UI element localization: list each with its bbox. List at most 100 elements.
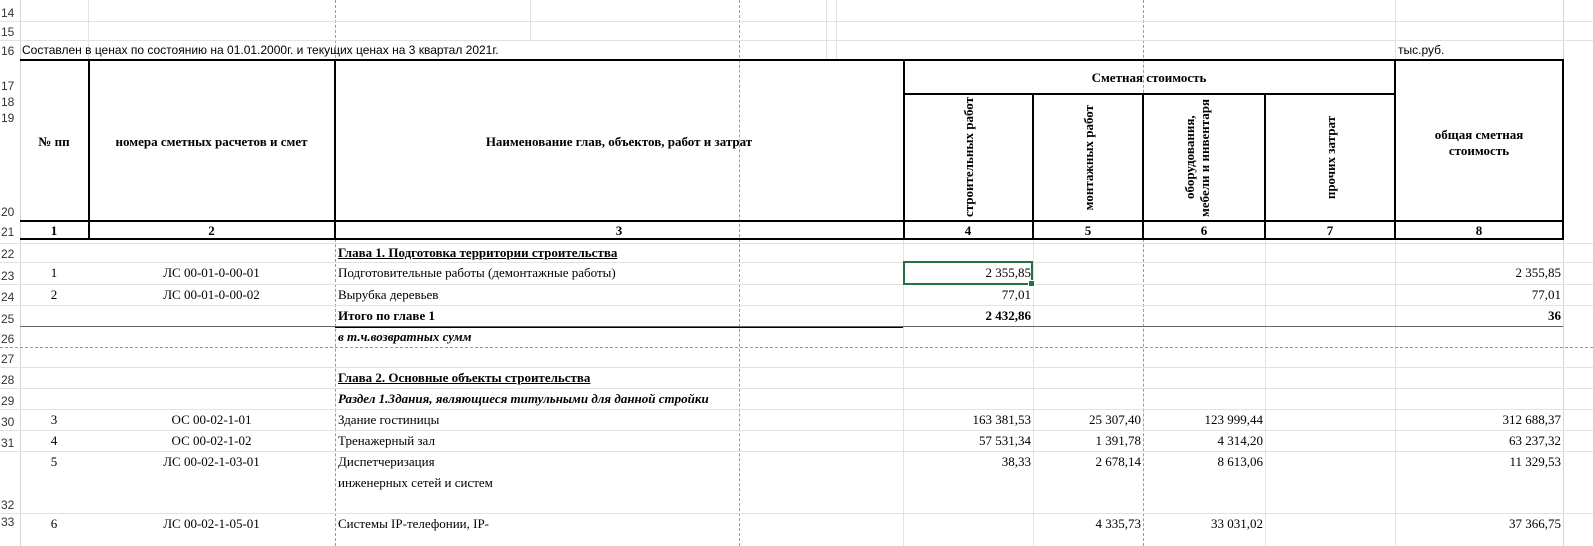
units-label: тыс.руб. xyxy=(1398,43,1445,57)
chapter-total-label: Итого по главе 1 xyxy=(338,308,435,323)
row-header[interactable]: 14 xyxy=(0,0,20,21)
table-cell-equipment[interactable]: 33 031,02 xyxy=(1143,516,1263,532)
table-row-code: ЛС 00-01-0-00-01 xyxy=(163,265,260,280)
col-header-group: Сметная стоимость xyxy=(1091,70,1207,85)
table-cell-total[interactable]: 77,01 xyxy=(1395,287,1561,303)
table-border xyxy=(20,326,1563,327)
table-row-code: ОС 00-02-1-02 xyxy=(171,433,252,448)
grid-line xyxy=(0,347,1593,348)
grid-line xyxy=(739,0,740,546)
grid-line xyxy=(0,367,1593,368)
col-number: 4 xyxy=(964,223,972,238)
row-header[interactable]: 23 xyxy=(0,262,20,284)
col-number: 5 xyxy=(1084,223,1092,238)
table-cell-construction[interactable]: 77,01 xyxy=(903,287,1031,303)
section-title: Раздел 1.Здания, являющиеся титульными д… xyxy=(338,391,709,406)
grid-line xyxy=(0,243,1593,244)
table-cell-construction[interactable]: 38,33 xyxy=(903,454,1031,470)
grid-line xyxy=(0,513,1593,514)
table-cell-equipment[interactable]: 8 613,06 xyxy=(1143,454,1264,470)
row-header[interactable]: 28 xyxy=(0,367,20,388)
row-header[interactable]: 17 xyxy=(0,59,20,94)
row-header[interactable]: 30 xyxy=(0,409,20,430)
table-row-name: Системы IP-телефонии, IP- xyxy=(338,516,489,531)
table-row-num: 4 xyxy=(50,433,58,448)
grid-line xyxy=(826,0,827,60)
table-cell-construction[interactable]: 2 432,86 xyxy=(903,308,1032,324)
chapter-title: Глава 2. Основные объекты строительства xyxy=(338,370,591,385)
grid-line xyxy=(0,305,1593,306)
table-row-code: ЛС 00-02-1-05-01 xyxy=(163,516,260,531)
row-header[interactable]: 26 xyxy=(0,327,20,347)
selected-cell-cursor[interactable] xyxy=(903,261,1035,287)
table-cell-installation[interactable]: 2 678,14 xyxy=(1033,454,1142,470)
table-cell-total[interactable]: 37 366,75 xyxy=(1395,516,1561,532)
col-number: 3 xyxy=(615,223,623,238)
grid-line xyxy=(530,0,531,40)
table-row-code: ЛС 00-01-0-00-02 xyxy=(163,287,260,302)
row-header[interactable]: 18 xyxy=(0,94,20,110)
table-cell-installation[interactable]: 1 391,78 xyxy=(1033,433,1142,449)
col-number: 8 xyxy=(1475,223,1483,238)
col-header-equipment: оборудования, мебели и инвентаря xyxy=(1181,98,1212,217)
row-header[interactable]: 33 xyxy=(0,513,20,546)
table-cell-total[interactable]: 312 688,37 xyxy=(1395,412,1562,428)
table-row-code: ЛС 00-02-1-03-01 xyxy=(163,454,260,469)
row-header[interactable]: 25 xyxy=(0,305,20,327)
grid-line xyxy=(0,40,1593,41)
col-header-installation: монтажных работ xyxy=(1080,104,1096,211)
table-border xyxy=(335,327,903,328)
col-header-other: прочих затрат xyxy=(1322,115,1338,200)
table-cell-installation[interactable]: 25 307,40 xyxy=(1033,412,1141,428)
table-row-code: ОС 00-02-1-01 xyxy=(171,412,252,427)
grid-line xyxy=(0,388,1593,389)
table-cell-total[interactable]: 2 355,85 xyxy=(1395,265,1562,281)
col-header-estimate-numbers: номера сметных расчетов и смет xyxy=(115,134,308,149)
table-row-num: 6 xyxy=(50,516,58,531)
refund-label: в т.ч.возвратных сумм xyxy=(338,329,472,344)
row-header[interactable]: 20 xyxy=(0,126,20,220)
grid-line xyxy=(0,430,1593,431)
grid-line xyxy=(0,409,1593,410)
table-cell-construction[interactable]: 57 531,34 xyxy=(903,433,1031,449)
table-row-num: 2 xyxy=(50,287,58,302)
col-number: 7 xyxy=(1326,223,1334,238)
spreadsheet-grid[interactable]: 14 15 16 17 18 19 20 21 22 23 24 25 26 2… xyxy=(0,0,1593,546)
grid-line xyxy=(0,451,1593,452)
col-number: 2 xyxy=(208,223,215,238)
table-cell-total[interactable]: 11 329,53 xyxy=(1395,454,1561,470)
grid-line xyxy=(0,21,1593,22)
grid-line xyxy=(0,262,1593,263)
table-cell-construction[interactable]: 163 381,53 xyxy=(903,412,1032,428)
row-header[interactable]: 27 xyxy=(0,347,20,367)
table-cell-total[interactable]: 63 237,32 xyxy=(1395,433,1561,449)
col-header-total: общая сметная стоимость xyxy=(1434,127,1524,158)
table-row-num: 3 xyxy=(50,412,58,427)
col-header-construction: строительных работ xyxy=(960,97,976,218)
row-header[interactable]: 21 xyxy=(0,220,20,240)
table-cell-total[interactable]: 36 xyxy=(1395,308,1561,324)
row-header[interactable]: 22 xyxy=(0,240,20,262)
table-row-num: 5 xyxy=(50,454,58,469)
table-row-name: инженерных сетей и систем xyxy=(338,475,493,490)
row-header[interactable]: 32 xyxy=(0,451,20,513)
table-cell-equipment[interactable]: 4 314,20 xyxy=(1143,433,1264,449)
grid-line xyxy=(0,284,1593,285)
table-border xyxy=(20,59,1563,61)
col-header-name: Наименование глав, объектов, работ и зат… xyxy=(485,134,753,149)
row-header[interactable]: 29 xyxy=(0,388,20,409)
table-row-name: Вырубка деревьев xyxy=(338,287,439,302)
chapter-title: Глава 1. Подготовка территории строитель… xyxy=(338,245,618,260)
table-row-name: Подготовительные работы (демонтажные раб… xyxy=(338,265,616,280)
grid-line xyxy=(836,0,837,60)
table-cell-installation[interactable]: 4 335,73 xyxy=(1033,516,1142,532)
row-header[interactable]: 19 xyxy=(0,110,20,126)
row-header[interactable]: 31 xyxy=(0,430,20,451)
row-header[interactable]: 15 xyxy=(0,21,20,40)
table-row-num: 1 xyxy=(50,265,58,280)
row-header[interactable]: 16 xyxy=(0,40,20,59)
row-header[interactable]: 24 xyxy=(0,284,20,305)
table-row-name: Здание гостиницы xyxy=(338,412,440,427)
col-number: 6 xyxy=(1200,223,1208,238)
table-cell-equipment[interactable]: 123 999,44 xyxy=(1143,412,1264,428)
